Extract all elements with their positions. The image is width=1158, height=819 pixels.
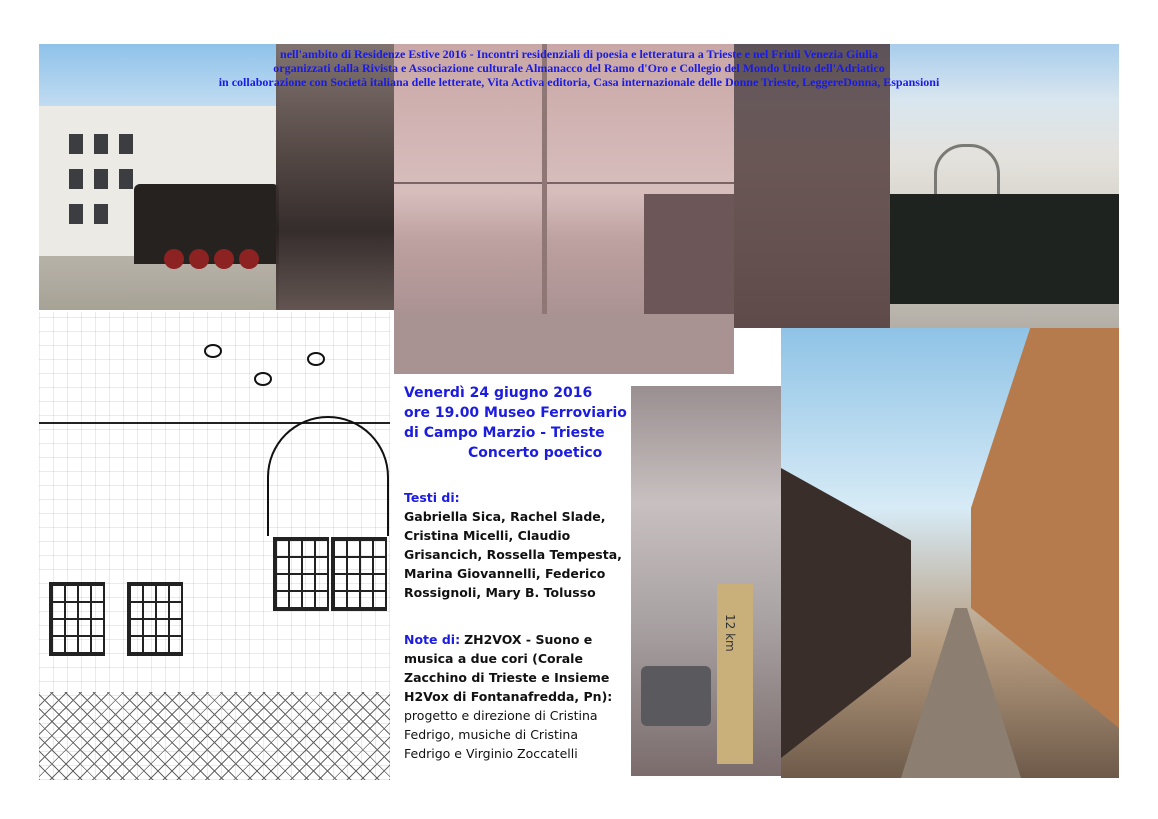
header-line-3: in collaborazione con Società italiana d…	[218, 75, 940, 89]
notes-line: Fedrigo e Virginio Zoccatelli	[404, 746, 578, 761]
header-line-1: nell'ambito di Residenze Estive 2016 - I…	[280, 47, 878, 61]
notes-line: Fedrigo, musiche di Cristina	[404, 727, 579, 742]
texts-section: Testi di: Gabriella Sica, Rachel Slade, …	[404, 488, 628, 602]
photo-mechanical-device: 12 km	[631, 386, 781, 776]
program-text: Testi di: Gabriella Sica, Rachel Slade, …	[392, 474, 630, 780]
notes-line: progetto e direzione di Cristina	[404, 708, 598, 723]
header: nell'ambito di Residenze Estive 2016 - I…	[0, 47, 1158, 89]
event-time-place: ore 19.00 Museo Ferroviario	[404, 405, 627, 421]
texts-line: Cristina Micelli, Claudio	[404, 528, 571, 543]
event-info: Venerdì 24 giugno 2016 ore 19.00 Museo F…	[390, 374, 631, 474]
event-place: di Campo Marzio - Trieste	[404, 425, 605, 441]
notes-first: ZH2VOX - Suono e	[464, 632, 593, 647]
texts-line: Marina Giovannelli, Federico	[404, 566, 606, 581]
event-title: Concerto poetico	[468, 445, 603, 461]
notes-line: musica a due cori (Corale	[404, 651, 583, 666]
notes-line: H2Vox di Fontanafredda, Pn):	[404, 689, 613, 704]
texts-label: Testi di:	[404, 490, 460, 505]
notes-section: Note di: ZH2VOX - Suono e musica a due c…	[404, 630, 628, 763]
texts-line: Grisancich, Rossella Tempesta,	[404, 547, 622, 562]
photo-rusty-carriages	[781, 328, 1119, 778]
notes-line: Zacchino di Trieste e Insieme	[404, 670, 610, 685]
header-line-2: organizzati dalla Rivista e Associazione…	[273, 61, 885, 75]
texts-line: Rossignoli, Mary B. Tolusso	[404, 585, 596, 600]
photo-sketch-interior	[39, 312, 390, 780]
texts-line: Gabriella Sica, Rachel Slade,	[404, 509, 606, 524]
milestone-label: 12 km	[723, 614, 737, 652]
notes-label: Note di:	[404, 632, 461, 647]
photo-station-platform	[394, 44, 734, 374]
event-date: Venerdì 24 giugno 2016	[404, 385, 593, 401]
